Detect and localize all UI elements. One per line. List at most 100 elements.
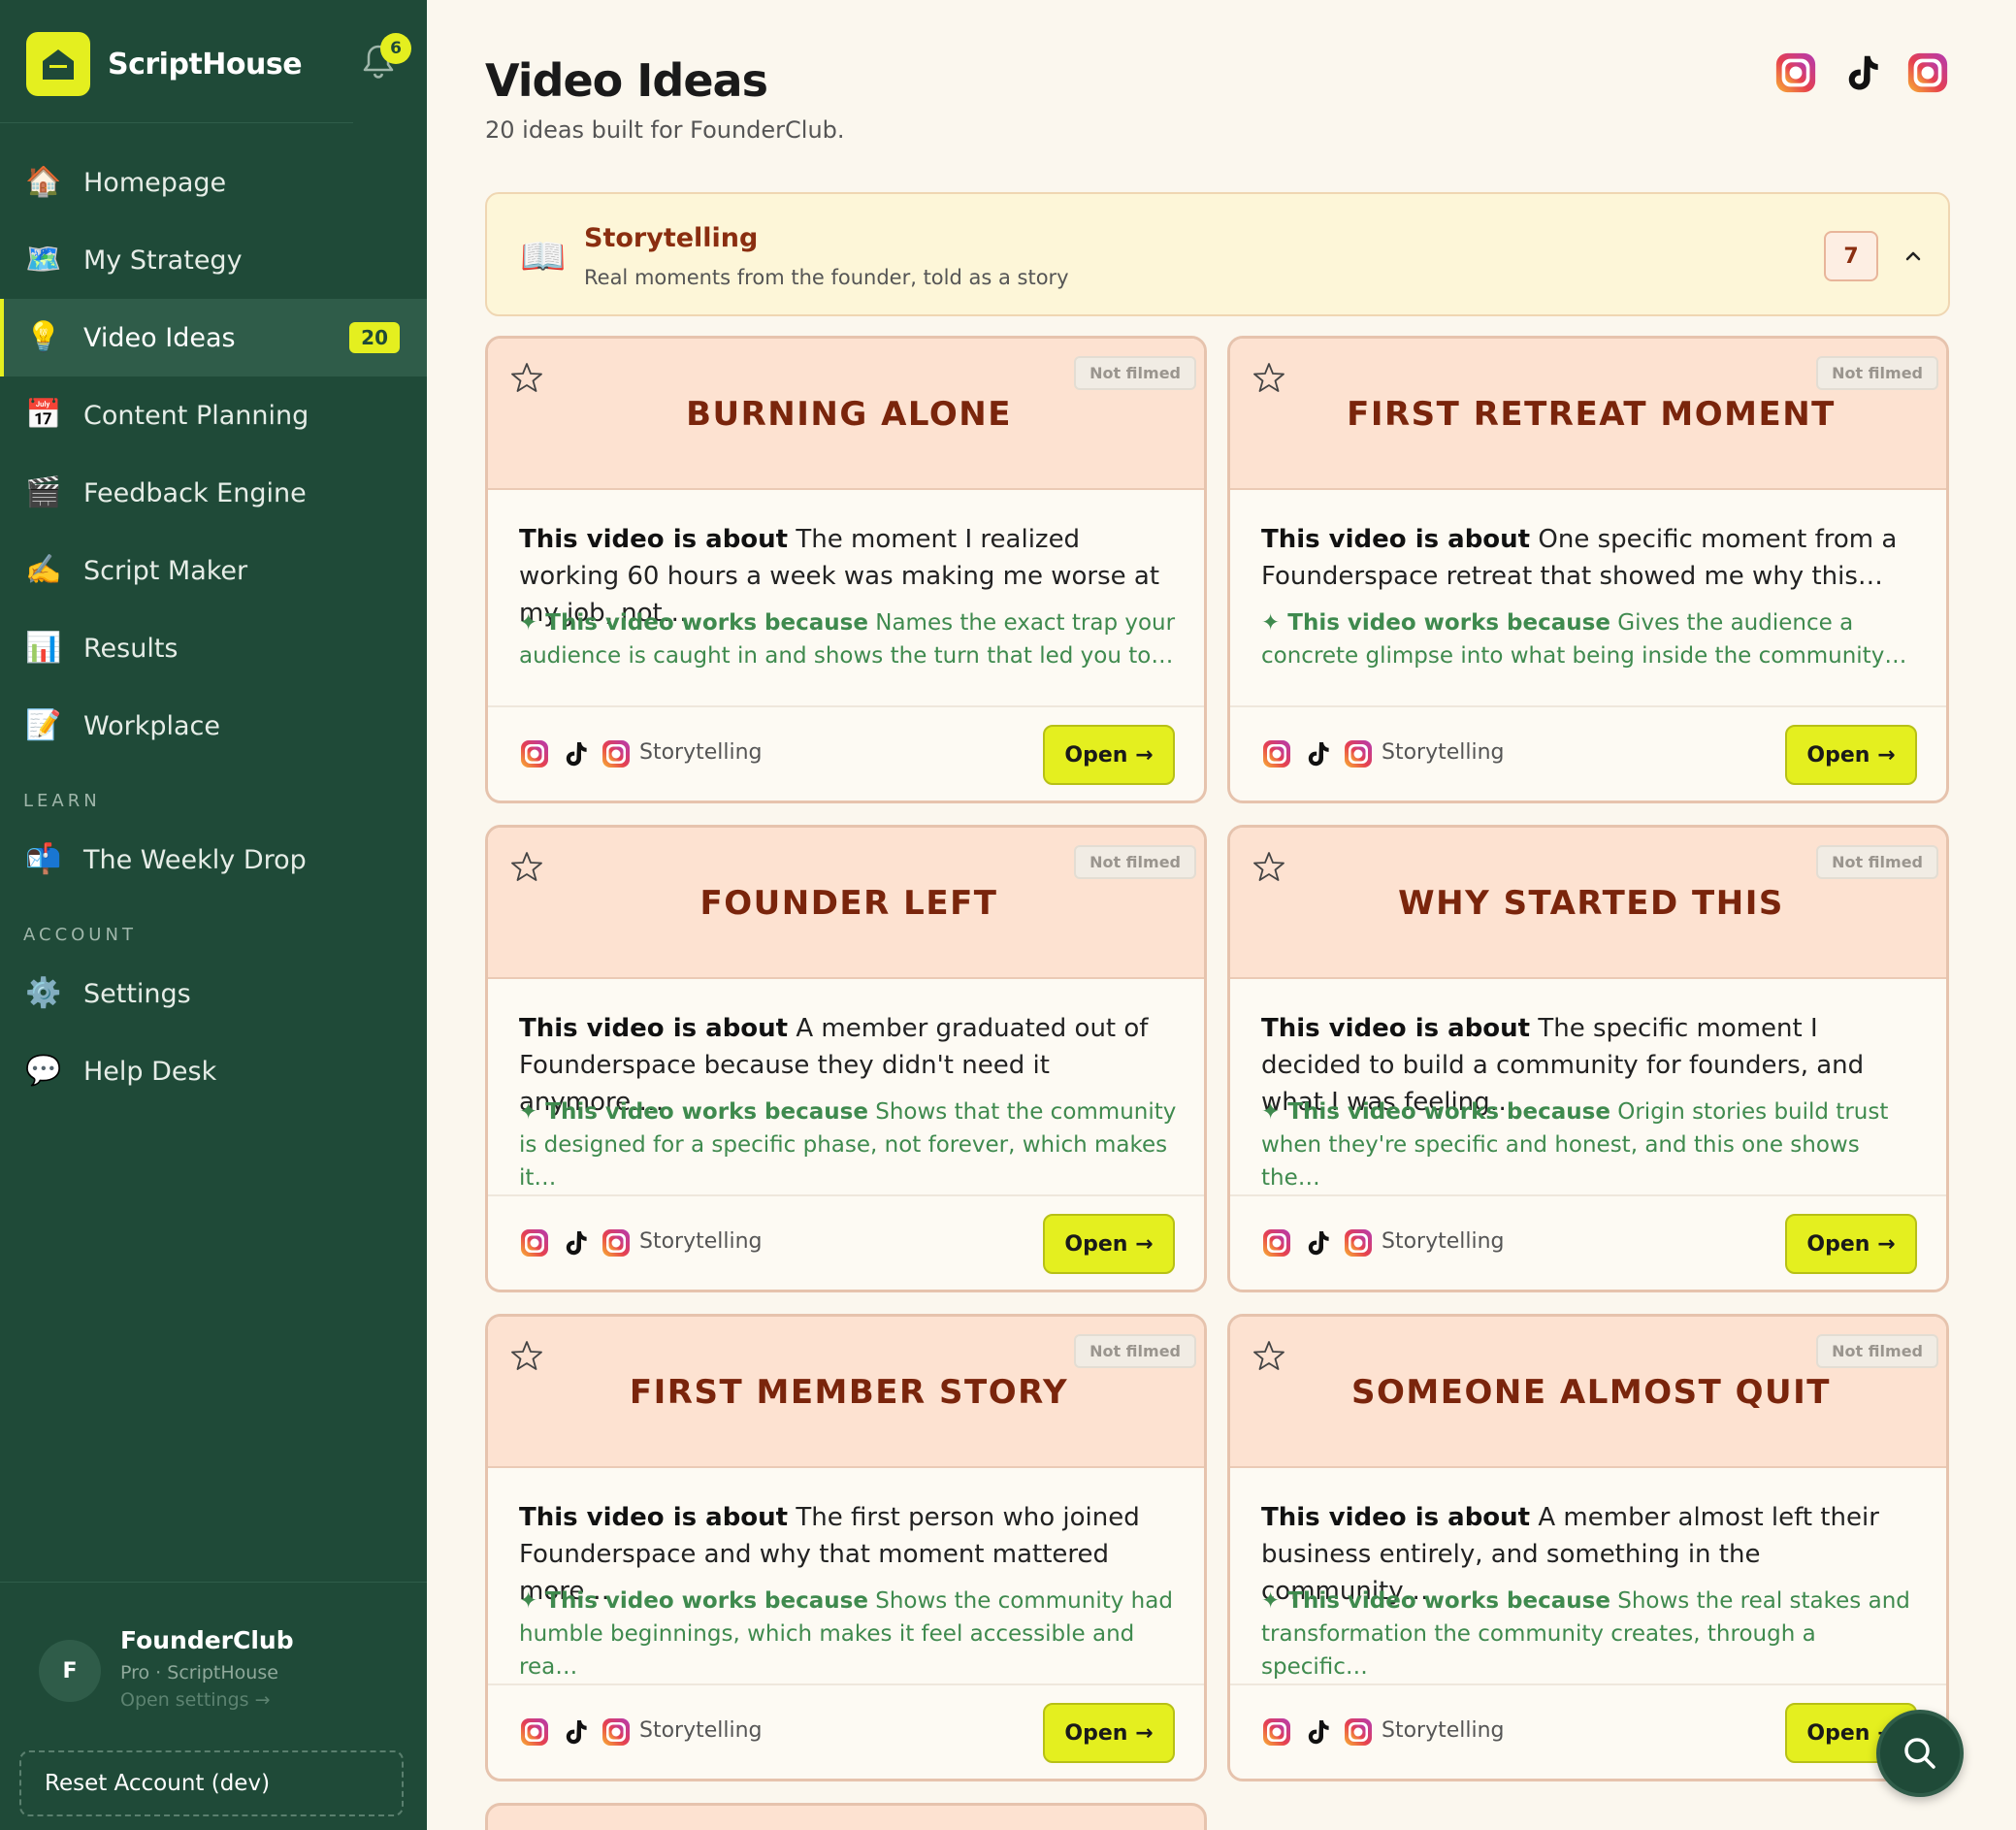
idea-card[interactable]: WHY STARTED THIS Not filmed This video is … — [1227, 825, 1949, 1292]
nav-item-label: Script Maker — [83, 555, 248, 586]
nav-item-label: Homepage — [83, 167, 227, 198]
nav-item-video-ideas[interactable]: 💡 Video Ideas 20 — [0, 299, 427, 376]
works-label: ✦ This video works because — [1261, 1588, 1610, 1614]
card-header: FOUNDER LEFT Not filmed — [488, 828, 1204, 979]
status-badge: Not filmed — [1816, 356, 1938, 390]
map-icon: 🗺️ — [25, 243, 62, 277]
search-button[interactable] — [1876, 1710, 1964, 1797]
brand[interactable]: ScriptHouse — [26, 32, 303, 96]
nav-item-homepage[interactable]: 🏠 Homepage — [0, 144, 427, 221]
avatar: F — [39, 1640, 101, 1702]
idea-card[interactable]: FOUNDER LEFT Not filmed This video is abou… — [485, 825, 1207, 1292]
instagram-icon[interactable] — [1905, 50, 1950, 95]
star-icon[interactable] — [509, 849, 544, 884]
about-label: This video is about — [1261, 525, 1531, 554]
open-button[interactable]: Open → — [1043, 1703, 1175, 1763]
status-badge: Not filmed — [1074, 356, 1196, 390]
nav-item-results[interactable]: 📊 Results — [0, 609, 427, 687]
brand-name: ScriptHouse — [108, 47, 303, 82]
page-subtitle: 20 ideas built for FounderClub. — [485, 116, 845, 144]
nav-item-settings[interactable]: ⚙️ Settings — [0, 955, 427, 1032]
idea-card[interactable] — [485, 1803, 1207, 1830]
about-label: This video is about — [519, 1503, 789, 1532]
nav-item-label: Results — [83, 633, 179, 664]
nav-item-label: The Weekly Drop — [83, 844, 307, 875]
nav-item-label: My Strategy — [83, 245, 243, 276]
nav-item-my-strategy[interactable]: 🗺️ My Strategy — [0, 221, 427, 299]
bar-chart-icon: 📊 — [25, 631, 62, 665]
video-ideas-count-badge: 20 — [349, 322, 400, 353]
card-platform-icons — [519, 1227, 632, 1258]
nav-item-label: Video Ideas — [83, 322, 236, 353]
instagram-icon — [601, 738, 632, 769]
card-header: SOMEONE ALMOST QUIT Not filmed — [1230, 1317, 1946, 1468]
tiktok-icon[interactable] — [1839, 50, 1884, 95]
category-count-badge: 7 — [1824, 231, 1878, 281]
category-title: Storytelling — [584, 223, 759, 253]
writing-hand-icon: ✍️ — [25, 553, 62, 587]
card-platform-icons — [1261, 1227, 1374, 1258]
card-header: BURNING ALONE Not filmed — [488, 339, 1204, 490]
instagram-icon — [1261, 738, 1292, 769]
status-badge: Not filmed — [1816, 845, 1938, 879]
star-icon[interactable] — [509, 360, 544, 395]
card-platform-icons — [1261, 1716, 1374, 1748]
card-tag: Storytelling — [639, 1718, 763, 1743]
instagram-icon — [1343, 1227, 1374, 1258]
about-label: This video is about — [519, 525, 789, 554]
instagram-icon — [519, 738, 550, 769]
nav-item-feedback-engine[interactable]: 🎬 Feedback Engine — [0, 454, 427, 532]
open-settings-link[interactable]: Open settings → — [120, 1689, 294, 1711]
open-button[interactable]: Open → — [1785, 1214, 1917, 1274]
nav-item-script-maker[interactable]: ✍️ Script Maker — [0, 532, 427, 609]
idea-card[interactable]: FIRST RETREAT MOMENT Not filmed This video… — [1227, 336, 1949, 803]
reset-account-button[interactable]: Reset Account (dev) — [19, 1750, 404, 1816]
card-title: FOUNDER LEFT — [699, 884, 998, 923]
instagram-icon — [519, 1716, 550, 1748]
idea-card[interactable]: FIRST MEMBER STORY Not filmed This video i… — [485, 1314, 1207, 1781]
calendar-icon: 📅 — [25, 398, 62, 432]
open-button[interactable]: Open → — [1043, 1214, 1175, 1274]
search-icon — [1904, 1738, 1935, 1769]
chevron-up-icon[interactable] — [1896, 239, 1931, 274]
open-button[interactable]: Open → — [1043, 725, 1175, 785]
card-tag: Storytelling — [1382, 1229, 1505, 1254]
card-title: BURNING ALONE — [686, 395, 1012, 434]
nav-item-help-desk[interactable]: 💬 Help Desk — [0, 1032, 427, 1110]
works-label: ✦ This video works because — [519, 1099, 868, 1125]
account-plan: Pro · ScriptHouse — [120, 1662, 278, 1683]
instagram-icon — [1343, 738, 1374, 769]
account-name: FounderClub — [120, 1626, 294, 1654]
star-icon[interactable] — [1252, 360, 1286, 395]
instagram-icon — [601, 1227, 632, 1258]
nav-item-content-planning[interactable]: 📅 Content Planning — [0, 376, 427, 454]
open-button[interactable]: Open → — [1785, 725, 1917, 785]
card-title: SOMEONE ALMOST QUIT — [1351, 1373, 1831, 1412]
status-badge: Not filmed — [1074, 845, 1196, 879]
sidebar: ScriptHouse 6 🏠 Homepage 🗺️ My Strategy … — [0, 0, 427, 1830]
card-works: ✦ This video works because Gives the aud… — [1261, 606, 1921, 672]
nav-item-weekly-drop[interactable]: 📬 The Weekly Drop — [0, 821, 427, 899]
card-tag: Storytelling — [639, 740, 763, 765]
account-card[interactable]: F FounderClub Pro · ScriptHouse Open set… — [39, 1626, 294, 1711]
about-label: This video is about — [519, 1014, 789, 1043]
works-label: ✦ This video works because — [1261, 1099, 1610, 1125]
idea-card[interactable]: BURNING ALONE Not filmed This video is abo… — [485, 336, 1207, 803]
nav-item-workplace[interactable]: 📝 Workplace — [0, 687, 427, 765]
tiktok-icon — [1302, 1716, 1333, 1748]
star-icon[interactable] — [1252, 1338, 1286, 1373]
card-header: FIRST RETREAT MOMENT Not filmed — [1230, 339, 1946, 490]
instagram-icon[interactable] — [1773, 50, 1818, 95]
notification-badge: 6 — [380, 33, 411, 64]
card-header: FIRST MEMBER STORY Not filmed — [488, 1317, 1204, 1468]
status-badge: Not filmed — [1074, 1334, 1196, 1368]
idea-card[interactable]: SOMEONE ALMOST QUIT Not filmed This video … — [1227, 1314, 1949, 1781]
tiktok-icon — [1302, 738, 1333, 769]
star-icon[interactable] — [509, 1338, 544, 1373]
category-storytelling[interactable]: 📖 Storytelling Real moments from the fou… — [485, 192, 1950, 316]
card-tag: Storytelling — [1382, 740, 1505, 765]
divider — [1230, 1194, 1946, 1196]
star-icon[interactable] — [1252, 849, 1286, 884]
nav-item-label: Workplace — [83, 710, 221, 741]
divider — [0, 1582, 427, 1583]
